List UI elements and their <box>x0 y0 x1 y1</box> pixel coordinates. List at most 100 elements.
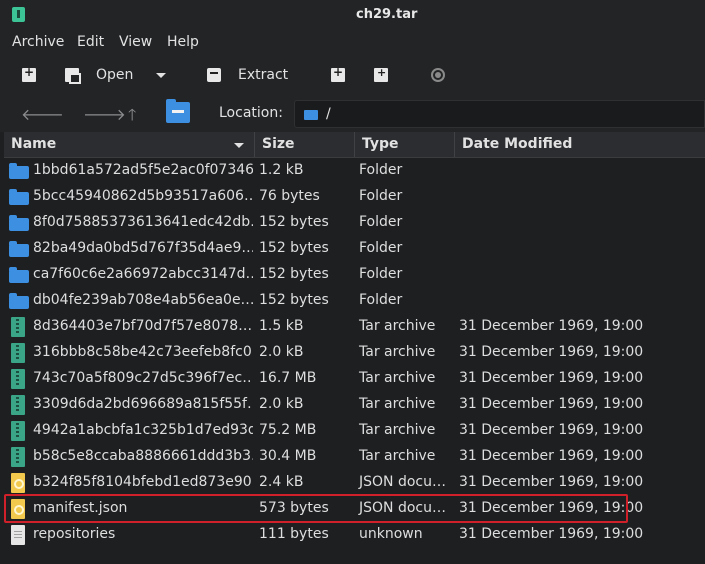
file-size: 152 bytes <box>259 214 329 230</box>
file-name: 82ba49da0bd5d767f35d4ae9… <box>33 240 253 256</box>
file-name: 5bcc45940862d5b93517a606… <box>33 188 253 204</box>
tar-archive-icon <box>11 395 25 415</box>
file-date-modified: 31 December 1969, 19:00 <box>459 344 644 360</box>
file-type: JSON docu… <box>359 500 446 516</box>
folder-icon <box>9 163 29 179</box>
menu-bar: Archive Edit View Help <box>0 30 705 56</box>
folder-icon <box>9 267 29 283</box>
file-size: 152 bytes <box>259 240 329 256</box>
file-size: 30.4 MB <box>259 448 317 464</box>
file-row[interactable]: 4942a1abcbfa1c325b1d7ed93d… 75.2 MB Tar ar… <box>4 418 705 444</box>
navigation-bar: 🡐 🡒 🡑 Location: / <box>0 96 705 132</box>
file-size: 111 bytes <box>259 526 329 542</box>
file-type: Tar archive <box>359 318 436 334</box>
file-row[interactable]: 82ba49da0bd5d767f35d4ae9… 152 bytes Folder <box>4 236 705 262</box>
folder-icon <box>9 215 29 231</box>
file-type: Folder <box>359 240 403 256</box>
file-row[interactable]: repositories 111 bytes unknown 31 December … <box>4 522 705 548</box>
menu-help[interactable]: Help <box>167 34 199 50</box>
file-type: Tar archive <box>359 396 436 412</box>
file-name: 8f0d75885373613641edc42db… <box>33 214 253 230</box>
json-file-icon <box>11 499 25 519</box>
folder-icon <box>304 110 318 120</box>
tar-archive-icon <box>11 343 25 363</box>
file-row[interactable]: 8f0d75885373613641edc42db… 152 bytes Folde… <box>4 210 705 236</box>
file-name: 1bbd61a572ad5f5e2ac0f07346… <box>33 162 253 178</box>
file-name: 8d364403e7bf70d7f57e8078… <box>33 318 253 334</box>
file-name: repositories <box>33 526 116 542</box>
file-name: b58c5e8ccaba8886661ddd3b3… <box>33 448 253 464</box>
new-archive-icon[interactable] <box>22 65 36 82</box>
file-name: b324f85f8104bfebd1ed873e90… <box>33 474 253 490</box>
file-size: 1.5 kB <box>259 318 304 334</box>
file-size: 152 bytes <box>259 292 329 308</box>
file-name: 4942a1abcbfa1c325b1d7ed93d… <box>33 422 253 438</box>
open-icon[interactable] <box>65 68 81 84</box>
up-arrow-icon[interactable]: 🡑 <box>128 104 136 131</box>
column-name[interactable]: Name <box>4 132 255 157</box>
tar-archive-icon <box>11 447 25 467</box>
folder-icon <box>9 189 29 205</box>
file-type: Folder <box>359 162 403 178</box>
open-dropdown-icon[interactable] <box>156 73 166 78</box>
column-size[interactable]: Size <box>255 132 355 157</box>
home-folder-icon[interactable] <box>166 99 190 123</box>
extract-button[interactable]: Extract <box>238 67 288 83</box>
forward-arrow-icon[interactable]: 🡒 <box>83 104 126 124</box>
add-files-icon[interactable] <box>331 65 345 82</box>
file-date-modified: 31 December 1969, 19:00 <box>459 422 644 438</box>
file-row[interactable]: db04fe239ab708e4ab56ea0e… 152 bytes Folder <box>4 288 705 314</box>
location-path: / <box>326 106 331 122</box>
unknown-file-icon <box>11 525 25 545</box>
file-size: 75.2 MB <box>259 422 317 438</box>
file-row[interactable]: manifest.json 573 bytes JSON docu… 31 Decem… <box>4 496 705 522</box>
file-name: 743c70a5f809c27d5c396f7ec… <box>33 370 253 386</box>
file-row[interactable]: 316bbb8c58be42c73eefeb8fc0… 2.0 kB Tar arc… <box>4 340 705 366</box>
file-type: unknown <box>359 526 423 542</box>
file-date-modified: 31 December 1969, 19:00 <box>459 318 644 334</box>
file-size: 573 bytes <box>259 500 329 516</box>
menu-view[interactable]: View <box>119 34 152 50</box>
column-type[interactable]: Type <box>355 132 455 157</box>
file-type: Tar archive <box>359 422 436 438</box>
file-name: 3309d6da2bd696689a815f55f… <box>33 396 253 412</box>
window-title: ch29.tar <box>356 7 418 22</box>
menu-edit[interactable]: Edit <box>77 34 104 50</box>
file-type: Folder <box>359 266 403 282</box>
tar-archive-icon <box>11 317 25 337</box>
file-row[interactable]: 3309d6da2bd696689a815f55f… 2.0 kB Tar arch… <box>4 392 705 418</box>
back-arrow-icon[interactable]: 🡐 <box>21 104 64 124</box>
column-date-modified[interactable]: Date Modified <box>455 132 705 157</box>
folder-icon <box>9 241 29 257</box>
add-folder-icon[interactable] <box>374 66 388 82</box>
file-row[interactable]: ca7f60c6e2a66972abcc3147d… 152 bytes Folde… <box>4 262 705 288</box>
file-row[interactable]: 1bbd61a572ad5f5e2ac0f07346… 1.2 kB Folder <box>4 158 705 184</box>
file-type: Tar archive <box>359 448 436 464</box>
menu-archive[interactable]: Archive <box>12 34 64 50</box>
title-bar: ch29.tar <box>0 0 705 30</box>
open-button[interactable]: Open <box>96 67 133 83</box>
file-name: manifest.json <box>33 500 128 516</box>
file-size: 152 bytes <box>259 266 329 282</box>
stop-icon[interactable] <box>431 68 445 82</box>
file-date-modified: 31 December 1969, 19:00 <box>459 448 644 464</box>
file-date-modified: 31 December 1969, 19:00 <box>459 474 644 490</box>
file-type: Folder <box>359 188 403 204</box>
file-row[interactable]: 8d364403e7bf70d7f57e8078… 1.5 kB Tar archi… <box>4 314 705 340</box>
file-row[interactable]: b58c5e8ccaba8886661ddd3b3… 30.4 MB Tar arc… <box>4 444 705 470</box>
file-row[interactable]: 5bcc45940862d5b93517a606… 76 bytes Folder <box>4 184 705 210</box>
file-type: Folder <box>359 214 403 230</box>
file-type: JSON docu… <box>359 474 446 490</box>
file-row[interactable]: b324f85f8104bfebd1ed873e90… 2.4 kB JSON do… <box>4 470 705 496</box>
location-field[interactable]: / <box>294 100 705 128</box>
file-size: 16.7 MB <box>259 370 317 386</box>
json-file-icon <box>11 473 25 493</box>
sort-descending-icon <box>234 143 244 148</box>
toolbar: Open Extract <box>0 56 705 96</box>
tar-archive-icon <box>11 369 25 389</box>
column-header-row: Name Size Type Date Modified <box>4 132 705 158</box>
file-size: 2.0 kB <box>259 344 304 360</box>
column-name-label: Name <box>11 136 57 152</box>
file-row[interactable]: 743c70a5f809c27d5c396f7ec… 16.7 MB Tar arc… <box>4 366 705 392</box>
extract-icon[interactable] <box>207 68 221 82</box>
